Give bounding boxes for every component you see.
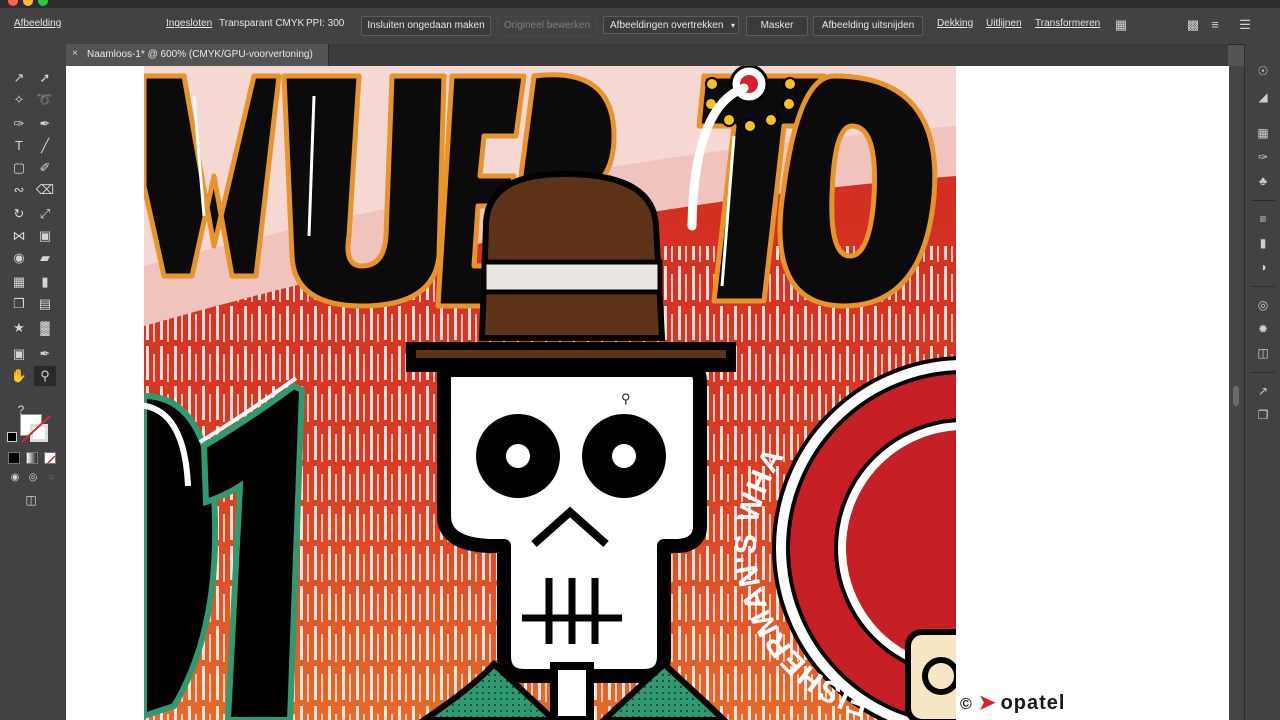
gradient-tool-icon[interactable]: ▮	[34, 272, 56, 292]
color-guide-icon[interactable]: ◢	[1254, 88, 1272, 106]
magic-wand-tool-icon[interactable]: ✧	[8, 90, 30, 110]
swatches-icon[interactable]: ▦	[1254, 124, 1272, 142]
embedded-image-artwork[interactable]: FISHERMAN'S WHA	[144, 66, 956, 720]
lasso-tool-icon[interactable]: ➰	[34, 90, 56, 110]
paintbrush-tool-icon[interactable]: ✐	[34, 158, 56, 178]
panel-menu-icon[interactable]: ☰	[1236, 16, 1254, 34]
line-tool-icon[interactable]: ╱	[34, 136, 56, 156]
layers-panel-icon[interactable]: ◫	[1254, 344, 1272, 362]
menubar-strip	[0, 0, 1280, 8]
pen-tool-icon[interactable]: ✑	[8, 114, 30, 134]
selection-tool-icon[interactable]: ↗	[8, 68, 30, 88]
unembed-button[interactable]: Insluiten ongedaan maken	[361, 16, 491, 36]
brand-name: opatel	[1000, 692, 1066, 714]
transparency-panel-icon[interactable]: ◑	[1254, 258, 1272, 276]
window-minimize-icon[interactable]	[23, 0, 33, 6]
shaper-tool-icon[interactable]: ∾	[8, 180, 30, 200]
brushes-icon[interactable]: ✑	[1254, 148, 1272, 166]
eyedropper-tool-icon[interactable]: ❒	[8, 294, 30, 314]
symbol-sprayer-tool-icon[interactable]: ★	[8, 318, 30, 338]
default-colors-icon[interactable]	[7, 432, 17, 442]
blend-tool-icon[interactable]: ▤	[34, 294, 56, 314]
crop-image-button[interactable]: Afbeelding uitsnijden	[813, 16, 923, 36]
eraser-tool-icon[interactable]: ⌫	[34, 180, 56, 200]
graphic-styles-icon[interactable]: ✹	[1254, 320, 1272, 338]
isolate-icon[interactable]: ▦	[1112, 16, 1130, 34]
document-tab-bar: × Naamloos-1* @ 600% (CMYK/GPU-voorverto…	[66, 44, 1228, 66]
type-tool-icon[interactable]: T	[8, 136, 30, 156]
document-tab[interactable]: × Naamloos-1* @ 600% (CMYK/GPU-voorverto…	[66, 44, 329, 66]
rectangle-tool-icon[interactable]: ▢	[8, 158, 30, 178]
panel-options-icon[interactable]: ≡	[1206, 16, 1224, 34]
color-mode-none-icon[interactable]	[44, 452, 56, 464]
column-graph-tool-icon[interactable]: ▓	[34, 318, 56, 338]
opacity-link[interactable]: Dekking	[937, 18, 973, 29]
vertical-scrollbar[interactable]	[1229, 66, 1244, 720]
transform-link[interactable]: Transformeren	[1035, 18, 1100, 29]
tools-panel: ↗ ➚ ✧ ➰ ✑ ✒ T ╱ ▢ ✐ ∾ ⌫ ↻ ⤢ ⋈ ▣ ◉ ▰ ▦ ▮ …	[0, 44, 67, 720]
watermark: © ➤ opatel	[960, 690, 1065, 715]
none-slash-icon	[21, 415, 51, 443]
rotate-tool-icon[interactable]: ↻	[8, 204, 30, 224]
zoom-cursor-icon: ⚲	[621, 391, 631, 406]
window-zoom-icon[interactable]	[38, 0, 48, 6]
shape-builder-tool-icon[interactable]: ◉	[8, 248, 30, 268]
image-trace-button[interactable]: Afbeeldingen overtrekken ▾	[603, 16, 739, 34]
screen-mode-icon[interactable]: ◫	[20, 490, 42, 510]
align-link[interactable]: Uitlijnen	[986, 18, 1022, 29]
export-panel-icon[interactable]: ↗	[1254, 382, 1272, 400]
slice-tool-icon[interactable]: ✒	[34, 344, 56, 364]
scrollbar-thumb[interactable]	[1233, 386, 1239, 406]
right-panel-dock: ☉ ◢ ▦ ✑ ♣ ≡ ▮ ◑ ◎ ✹ ◫ ↗ ❐	[1244, 44, 1280, 720]
appearance-panel-icon[interactable]: ◎	[1254, 296, 1272, 314]
mesh-tool-icon[interactable]: ▦	[8, 272, 30, 292]
brand-logo-icon: ➤	[978, 692, 997, 714]
embedded-link[interactable]: Ingesloten	[166, 18, 212, 29]
artboard-tool-icon[interactable]: ▣	[8, 344, 30, 364]
color-mode-label: Transparant CMYK	[219, 18, 305, 29]
close-tab-icon[interactable]: ×	[72, 48, 78, 59]
symbols-icon[interactable]: ♣	[1254, 172, 1272, 190]
direct-selection-tool-icon[interactable]: ➚	[34, 68, 56, 88]
width-tool-icon[interactable]: ⋈	[8, 226, 30, 246]
curvature-tool-icon[interactable]: ✒	[34, 114, 56, 134]
document-tab-title: Naamloos-1* @ 600% (CMYK/GPU-voorvertoni…	[87, 49, 313, 60]
chevron-down-icon[interactable]: ▾	[731, 17, 735, 35]
hand-tool-icon[interactable]: ✋	[8, 366, 30, 386]
scale-tool-icon[interactable]: ⤢	[34, 204, 56, 224]
edit-original-button[interactable]: Origineel bewerken	[497, 16, 597, 36]
fill-stroke-swatch[interactable]	[20, 414, 52, 446]
mask-button[interactable]: Masker	[746, 16, 808, 36]
bottom-sign	[905, 629, 956, 720]
draw-inside-icon[interactable]: ○	[40, 468, 62, 488]
image-trace-label: Afbeeldingen overtrekken	[610, 20, 724, 31]
color-panel-icon[interactable]: ☉	[1254, 62, 1272, 80]
perspective-grid-tool-icon[interactable]: ▰	[34, 248, 56, 268]
document-canvas[interactable]: FISHERMAN'S WHA ⚲ © ➤ opatel	[66, 66, 1229, 720]
color-mode-color-icon[interactable]	[8, 452, 20, 464]
selection-type-label[interactable]: Afbeelding	[14, 18, 61, 29]
gradient-panel-icon[interactable]: ▮	[1254, 234, 1272, 252]
color-mode-gradient-icon[interactable]	[26, 452, 38, 464]
copyright-symbol: ©	[960, 696, 973, 713]
panel-layout-icon[interactable]: ▩	[1184, 16, 1202, 34]
artboards-panel-icon[interactable]: ❐	[1254, 406, 1272, 424]
ppi-label: PPI: 300	[306, 18, 345, 29]
stroke-panel-icon[interactable]: ≡	[1254, 210, 1272, 228]
free-transform-tool-icon[interactable]: ▣	[34, 226, 56, 246]
window-close-icon[interactable]	[8, 0, 18, 6]
control-bar: Afbeelding Ingesloten Transparant CMYK P…	[0, 8, 1280, 45]
zoom-tool-icon[interactable]: ⚲	[34, 366, 56, 386]
